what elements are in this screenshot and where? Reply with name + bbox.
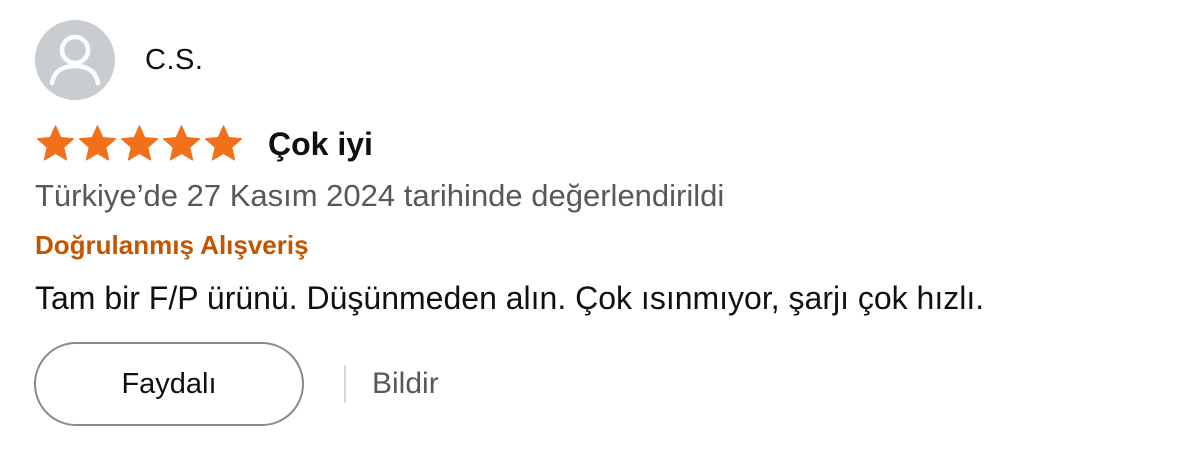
verified-purchase-badge: Doğrulanmış Alışveriş (35, 230, 309, 260)
avatar[interactable] (35, 20, 115, 100)
customer-review: C.S. Çok iyi Türkiye’de 27 Kasım 2024 ta… (34, 20, 1185, 426)
review-body: Tam bir F/P ürünü. Düşünmeden alın. Çok … (35, 280, 985, 316)
star-icon (205, 125, 242, 161)
reviewer-profile[interactable]: C.S. (35, 20, 1185, 100)
user-silhouette-icon (35, 20, 115, 100)
review-date: Türkiye’de 27 Kasım 2024 tarihinde değer… (35, 178, 725, 213)
review-actions: Faydalı Bildir (34, 342, 1185, 426)
rating-row: Çok iyi (35, 122, 1185, 166)
star-icon (121, 125, 158, 161)
review-title[interactable]: Çok iyi (268, 126, 373, 163)
star-rating[interactable] (35, 124, 244, 164)
star-icon (37, 125, 75, 161)
helpful-button[interactable]: Faydalı (34, 342, 304, 426)
star-icon (79, 125, 117, 161)
reviewer-name[interactable]: C.S. (145, 44, 203, 77)
action-divider (344, 365, 346, 403)
star-icon (163, 125, 200, 161)
report-link[interactable]: Bildir (372, 367, 439, 401)
